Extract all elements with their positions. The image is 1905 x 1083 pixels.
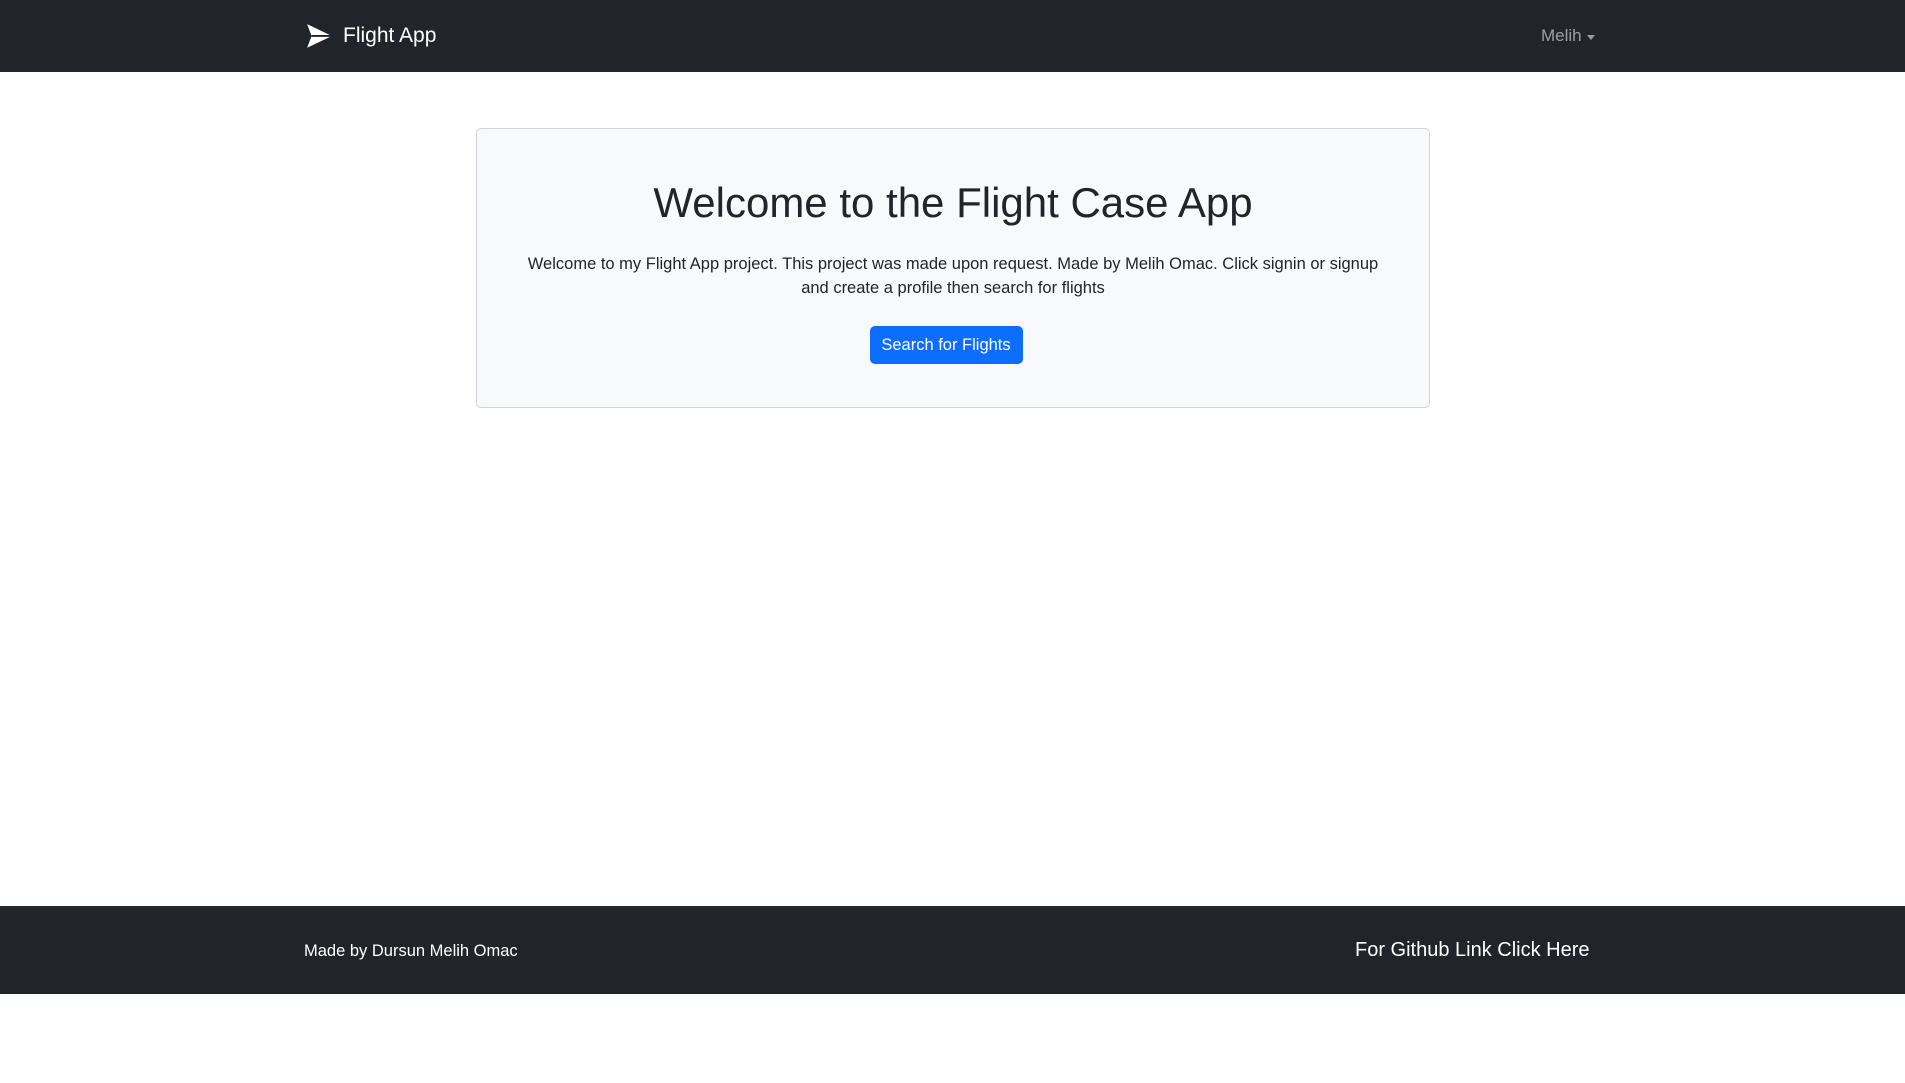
brand-link[interactable]: Flight App: [306, 22, 436, 50]
user-name-label: Melih: [1541, 26, 1582, 45]
page-footer: Made by Dursun Melih Omac For Github Lin…: [0, 906, 1905, 994]
chevron-down-icon: [1586, 34, 1595, 40]
paper-plane-icon: [306, 23, 333, 50]
welcome-jumbotron: Welcome to the Flight Case App Welcome t…: [476, 128, 1430, 408]
user-dropdown-toggle[interactable]: Melih: [1541, 25, 1595, 47]
footer-credit: Made by Dursun Melih Omac: [304, 942, 518, 960]
top-navbar: Flight App Melih: [0, 0, 1905, 72]
page-title: Welcome to the Flight Case App: [653, 179, 1253, 226]
github-link[interactable]: For Github Link Click Here: [1355, 937, 1590, 963]
brand-label: Flight App: [343, 24, 437, 47]
search-flights-button[interactable]: Search for Flights: [869, 326, 1023, 364]
welcome-description: Welcome to my Flight App project. This p…: [527, 255, 1379, 297]
